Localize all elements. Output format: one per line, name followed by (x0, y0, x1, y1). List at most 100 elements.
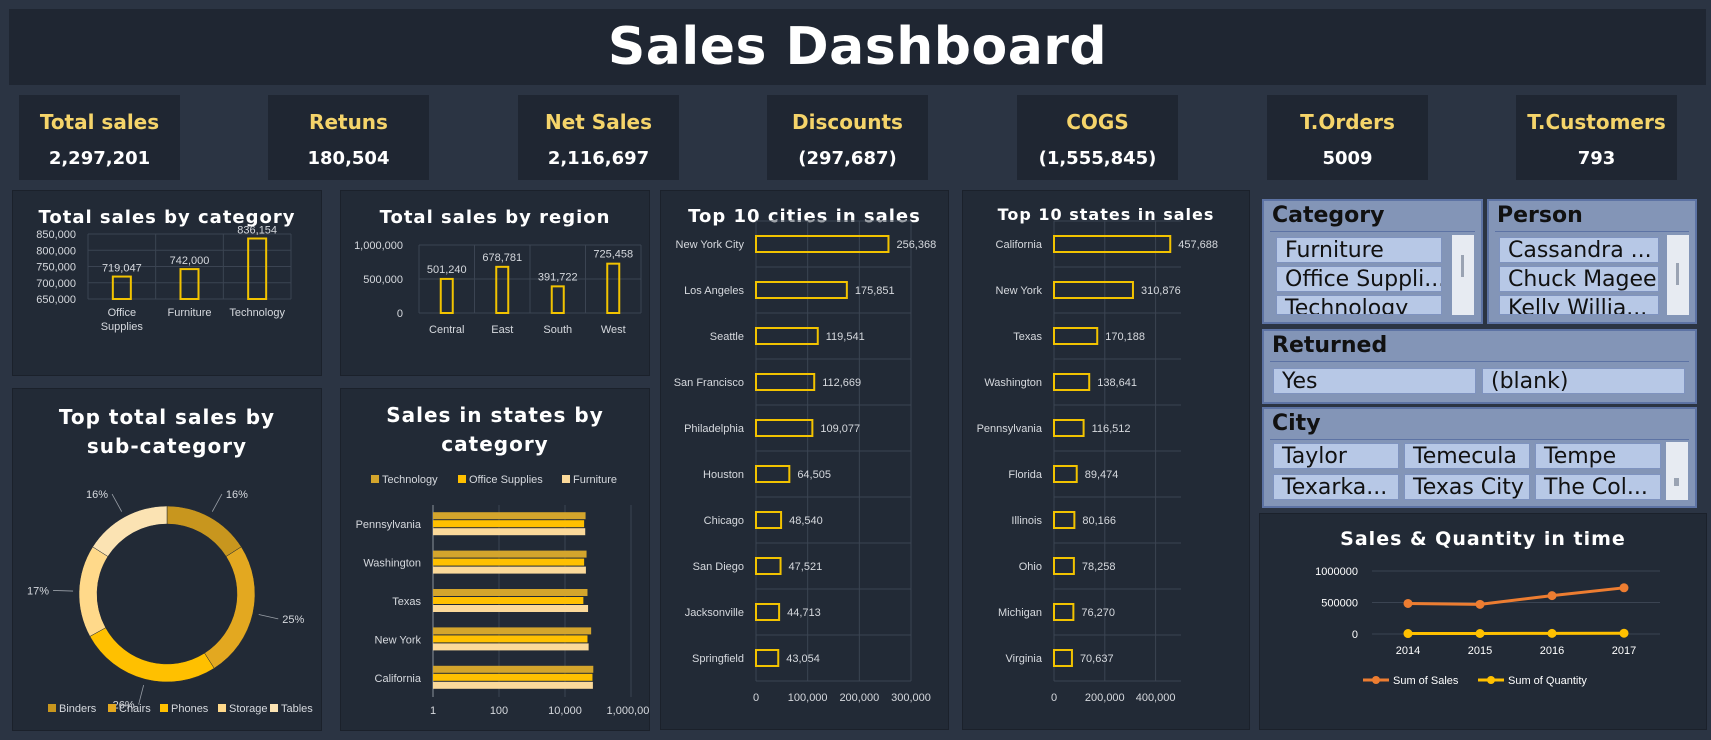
series-line (1407, 586, 1625, 606)
slicer-scrollbar[interactable] (1667, 235, 1689, 315)
bar (755, 557, 782, 575)
bar (1053, 649, 1073, 667)
y-tick-label: Illinois (1011, 515, 1042, 527)
slice (204, 546, 256, 669)
y-tick-label: 500000 (1321, 598, 1358, 610)
y-tick-label: Chicago (704, 515, 744, 527)
y-tick-label: Houston (703, 469, 744, 481)
slicer-item-city[interactable]: The Col... (1535, 474, 1661, 500)
panel-states-by-category: Sales in states by category 1 100 10,000 1,… (341, 389, 649, 730)
x-tick-label: Furniture (167, 307, 211, 319)
bar (1053, 373, 1091, 391)
y-tick-label: 0 (1352, 629, 1358, 641)
y-tick-label: Los Angeles (684, 285, 744, 297)
slicer-divider (1495, 231, 1689, 232)
y-tick-label: Texas (1013, 331, 1042, 343)
scrollbar-thumb[interactable] (1461, 255, 1464, 277)
x-tick-label: South (543, 324, 572, 336)
legend-swatch (48, 704, 56, 712)
states-category-bar-chart: 1 100 10,000 1,000,000 Pennsylvania Washingto… (356, 474, 649, 717)
y-tick-label: Ohio (1019, 561, 1042, 573)
x-tick-label: 1,000,000 (607, 705, 649, 717)
data-point (1619, 583, 1629, 593)
leader-line (258, 614, 279, 620)
bar (433, 558, 585, 566)
slicer-item-person[interactable]: Cassandra ... (1499, 237, 1659, 263)
slicer-scrollbar[interactable] (1452, 235, 1474, 315)
data-label: 25% (282, 614, 304, 626)
slicer-item-person[interactable]: Kelly Willia... (1499, 295, 1659, 315)
leader-line (211, 493, 223, 512)
data-label: 175,851 (855, 285, 895, 297)
x-tick-label: 2015 (1468, 645, 1492, 657)
slicer-item-person[interactable]: Chuck Magee (1499, 266, 1659, 292)
bar (550, 285, 565, 315)
leader-line (138, 684, 145, 705)
panel-top-states: Top 10 states in sales 0 200,000 400,000 45… (963, 191, 1249, 729)
legend-label: Furniture (573, 474, 617, 486)
kpi-total-customers: T.Customers 793 (1516, 95, 1677, 180)
y-tick-label: San Diego (693, 561, 744, 573)
slicer-scrollbar[interactable] (1666, 442, 1688, 500)
slicer-item-office-supplies[interactable]: Office Suppli... (1276, 266, 1442, 292)
sub-category-doughnut-chart: 16%25%26%17%16%Binders Chairs Phones Storag… (27, 489, 313, 715)
y-tick-label: 700,000 (36, 278, 76, 290)
y-tick-label: 1000000 (1315, 566, 1358, 578)
x-tick-label: Supplies (101, 321, 144, 333)
data-point (1403, 629, 1413, 639)
slicer-item-city[interactable]: Tempe (1535, 443, 1661, 469)
states-bar-chart: 0 200,000 400,000 457,688 California 310,876 N… (977, 220, 1218, 704)
x-tick-label: 2014 (1396, 645, 1420, 657)
slicer-item-city[interactable]: Temecula (1404, 443, 1530, 469)
bar (439, 277, 454, 314)
slicer-item-technology[interactable]: Technology (1276, 295, 1442, 315)
slicer-item-yes[interactable]: Yes (1273, 368, 1476, 394)
data-label: 16% (226, 489, 248, 501)
kpi-label: T.Customers (1527, 110, 1666, 134)
legend-label: Phones (171, 703, 209, 715)
bar (433, 589, 588, 596)
data-label: 678,781 (482, 252, 522, 264)
y-tick-label: Virginia (1006, 653, 1043, 665)
data-label: 310,876 (1141, 285, 1181, 297)
y-tick-label: Washington (363, 558, 421, 570)
data-label: 89,474 (1085, 469, 1119, 481)
panel-top-cities: Top 10 cities in sales 0 100,000 200,000 30… (661, 191, 948, 729)
scrollbar-thumb[interactable] (1676, 263, 1679, 285)
leader-line (53, 590, 74, 592)
legend-marker (1487, 676, 1495, 684)
slicer-divider (1270, 439, 1689, 440)
data-label: 725,458 (593, 249, 633, 261)
y-tick-label: 0 (397, 308, 403, 320)
bar (1053, 557, 1075, 575)
slicer-item-blank[interactable]: (blank) (1482, 368, 1685, 394)
bar (247, 237, 268, 300)
cities-bar-chart: 0 100,000 200,000 300,000 256,368 New York Ci… (674, 220, 936, 704)
slicer-category: Category Furniture Office Suppli... Tech… (1262, 199, 1483, 324)
kpi-net-sales: Net Sales 2,116,697 (518, 95, 679, 180)
x-tick-label: 300,000 (891, 692, 931, 704)
slicer-item-city[interactable]: Texas City (1404, 474, 1530, 500)
x-tick-label: 100,000 (788, 692, 828, 704)
bar (755, 511, 783, 529)
kpi-cogs: COGS (1,555,845) (1017, 95, 1178, 180)
kpi-label: Net Sales (544, 110, 653, 134)
slicer-item-city[interactable]: Texarka... (1273, 474, 1399, 500)
slicer-item-city[interactable]: Taylor (1273, 443, 1399, 469)
x-tick-label: 1 (430, 705, 436, 717)
kpi-total-orders: T.Orders 5009 (1267, 95, 1428, 180)
scrollbar-thumb[interactable] (1674, 478, 1679, 486)
kpi-value: (1,555,845) (1038, 148, 1157, 169)
bar (433, 597, 584, 604)
slicer-item-furniture[interactable]: Furniture (1276, 237, 1442, 263)
y-tick-label: Pennsylvania (977, 423, 1043, 435)
kpi-value: 2,297,201 (48, 148, 151, 169)
x-tick-label: Office (108, 307, 137, 319)
kpi-value: (297,687) (798, 148, 897, 169)
bar (755, 373, 816, 391)
legend-swatch (270, 704, 278, 712)
x-tick-label: 2017 (1612, 645, 1636, 657)
data-point (1403, 598, 1413, 608)
bar (433, 566, 586, 574)
bar (1053, 327, 1099, 345)
